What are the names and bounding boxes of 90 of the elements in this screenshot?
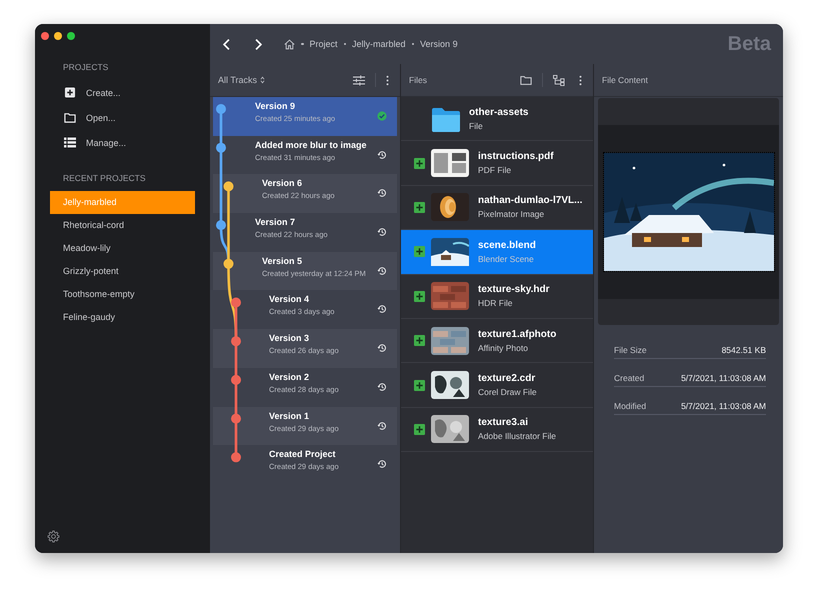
detail-value: 5/7/2021, 11:03:08 AM <box>681 373 766 383</box>
back-icon[interactable] <box>222 38 231 50</box>
plus-square-icon <box>64 87 76 98</box>
section-heading: PROJECTS <box>62 61 110 74</box>
file-row[interactable]: texture2.cdr Corel Draw File <box>401 363 593 408</box>
folder-icon <box>64 112 76 123</box>
file-row[interactable]: scene.blend Blender Scene <box>401 230 593 275</box>
history-icon[interactable] <box>377 343 387 354</box>
file-type: Corel Draw File <box>478 386 537 398</box>
history-icon[interactable] <box>377 382 387 392</box>
version-title: Version 2 <box>269 370 310 383</box>
history-icon[interactable] <box>377 150 387 160</box>
folder-icon[interactable] <box>520 74 532 86</box>
detail-label: File Size <box>614 345 647 355</box>
file-name: scene.blend <box>478 238 536 253</box>
more-icon[interactable] <box>386 74 389 86</box>
project-item[interactable]: Toothsome-empty <box>50 283 195 306</box>
version-title: Version 6 <box>262 177 304 190</box>
version-title: Version 5 <box>262 254 304 267</box>
file-type: Affinity Photo <box>478 342 529 354</box>
version-title: Version 3 <box>269 332 310 344</box>
file-name: instructions.pdf <box>478 150 554 164</box>
file-name: texture-sky.hdr <box>478 283 550 298</box>
settings-icon[interactable] <box>47 530 60 543</box>
project-item[interactable]: Feline-gaudy <box>50 306 195 329</box>
beta-label: Beta <box>728 32 771 56</box>
history-icon[interactable] <box>377 188 387 198</box>
version-title: Added more blur to image <box>255 138 368 151</box>
add-icon[interactable] <box>414 424 425 435</box>
version-title: Version 7 <box>255 216 296 228</box>
sidebar-item[interactable]: Manage... <box>35 130 210 155</box>
home-icon[interactable] <box>284 38 295 50</box>
add-icon[interactable] <box>414 380 425 391</box>
breadcrumb-link[interactable]: Project <box>310 39 338 49</box>
history-icon[interactable] <box>377 266 387 276</box>
add-icon[interactable] <box>414 290 425 302</box>
file-type: PDF File <box>478 164 512 176</box>
project-item[interactable]: Rhetorical-cord <box>50 214 195 237</box>
history-icon[interactable] <box>377 420 387 430</box>
breadcrumb-link[interactable]: Jelly-marbled <box>352 39 406 49</box>
file-row[interactable]: other-assets File <box>401 97 593 142</box>
file-type: File <box>469 120 484 132</box>
project-item[interactable]: Grizzly-potent <box>50 260 195 283</box>
detail-label: Modified <box>614 401 646 411</box>
add-icon[interactable] <box>414 158 425 169</box>
file-row[interactable]: texture3.ai Adobe Illustrator File <box>401 408 593 452</box>
folder-icon <box>431 106 461 132</box>
file-type: Pixelmator Image <box>478 208 546 220</box>
sidebar-item[interactable]: Open... <box>35 105 210 130</box>
column-title: Files <box>409 75 427 85</box>
file-row[interactable]: instructions.pdf PDF File <box>401 141 593 186</box>
file-name: texture2.cdr <box>478 372 536 386</box>
file-name: nathan-dumlao-l7VL... <box>478 194 582 208</box>
zoom-button[interactable] <box>67 32 75 40</box>
history-icon[interactable] <box>377 304 387 314</box>
close-button[interactable] <box>41 32 49 40</box>
minimize-button[interactable] <box>54 32 62 40</box>
forward-icon[interactable] <box>254 38 263 50</box>
file-name: other-assets <box>469 106 528 120</box>
breadcrumb-link[interactable]: Version 9 <box>420 39 458 49</box>
detail-value: 8542.51 KB <box>722 345 766 355</box>
version-title: Version 4 <box>269 293 310 306</box>
detail-value: 5/7/2021, 11:03:08 AM <box>681 401 766 411</box>
version-title: Version 1 <box>269 410 310 422</box>
list-icon <box>64 137 76 148</box>
hierarchy-icon[interactable] <box>553 74 565 86</box>
history-icon[interactable] <box>377 227 387 238</box>
file-name: texture3.ai <box>478 416 530 430</box>
column-title: File Content <box>602 75 648 85</box>
project-item[interactable]: Meadow-lily <box>50 237 195 260</box>
version-title: Version 9 <box>255 100 296 112</box>
add-icon[interactable] <box>414 202 425 213</box>
check-icon <box>377 111 387 121</box>
file-type: Adobe Illustrator File <box>478 430 556 442</box>
more-icon[interactable] <box>579 74 582 86</box>
sidebar-item[interactable]: Create... <box>35 80 210 105</box>
file-row[interactable]: texture-sky.hdr HDR File <box>401 274 593 319</box>
file-row[interactable]: texture1.afphoto Affinity Photo <box>401 318 593 364</box>
sliders-icon[interactable] <box>353 74 365 86</box>
sort-caret-icon <box>260 76 266 84</box>
file-type: HDR File <box>478 297 514 310</box>
add-icon[interactable] <box>414 246 425 258</box>
detail-label: Created <box>614 373 644 383</box>
file-name: texture1.afphoto <box>478 328 556 342</box>
history-icon[interactable] <box>377 459 387 470</box>
add-icon[interactable] <box>414 335 425 346</box>
file-type: Blender Scene <box>478 252 535 265</box>
version-title: Created Project <box>269 448 337 460</box>
section-heading: RECENT PROJECTS <box>62 172 146 185</box>
track-filter-dropdown[interactable]: All Tracks <box>218 75 266 85</box>
